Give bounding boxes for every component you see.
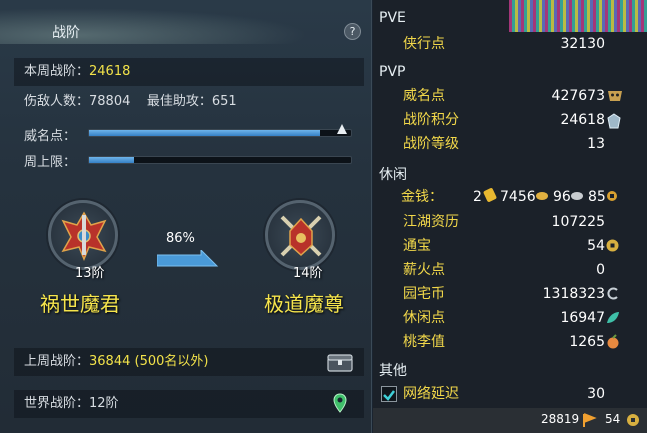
weekly-cap-label: 周上限： bbox=[24, 155, 77, 170]
current-rank-name: 祸世魔君 bbox=[40, 292, 120, 316]
weekly-rank-row: 本周战阶：24618 bbox=[14, 58, 364, 86]
footer-coin-icon bbox=[627, 414, 639, 426]
stat-value: 54 bbox=[587, 238, 605, 254]
stat-value: 32130 bbox=[560, 36, 605, 52]
stats-row: 伤敌人数：78804 最佳助攻：651 bbox=[14, 88, 364, 116]
stat-row-leisure-points: 休闲点 16947 bbox=[373, 306, 647, 330]
stat-value: 0 bbox=[596, 262, 605, 278]
stat-label: 薪火点 bbox=[403, 262, 445, 278]
last-week-value: 36844 (500名以外) bbox=[89, 354, 209, 369]
stat-label: 园宅币 bbox=[403, 286, 445, 302]
demon-sovereign-icon bbox=[280, 215, 322, 257]
weekly-rank-value: 24618 bbox=[89, 64, 131, 79]
stat-label: 网络延迟 bbox=[403, 386, 459, 402]
stat-label: 江湖资历 bbox=[403, 214, 459, 230]
stat-row-tongbao: 通宝 54 bbox=[373, 234, 647, 258]
money-label: 金钱： bbox=[401, 189, 443, 205]
stat-row-money: 金钱： 2 7456 96 85 bbox=[373, 185, 647, 209]
stat-label: 战阶积分 bbox=[403, 112, 459, 128]
last-week-label: 上周战阶： bbox=[24, 354, 90, 369]
prestige-mask-icon bbox=[608, 91, 622, 101]
weekly-cap-bar bbox=[88, 156, 352, 164]
copper-coin-icon bbox=[607, 191, 617, 201]
currency-stats-panel: PVE 侠行点 32130 PVP 威名点 427673 战阶积分 24618 … bbox=[373, 0, 647, 433]
footer-value-2: 54 bbox=[605, 412, 621, 426]
reward-chest-icon[interactable] bbox=[327, 354, 353, 372]
stat-row-fire-points: 薪火点 0 bbox=[373, 258, 647, 282]
stat-row-rank-level: 战阶等级 13 bbox=[373, 132, 647, 156]
stat-value: 427673 bbox=[551, 88, 605, 104]
stat-label: 战阶等级 bbox=[403, 136, 459, 152]
footer-bar: 28819 54 bbox=[373, 408, 647, 433]
stat-row-pve: 侠行点 32130 bbox=[373, 32, 647, 56]
gold-coin-icon bbox=[536, 192, 548, 200]
stat-label: 通宝 bbox=[403, 238, 431, 254]
stat-value: 107225 bbox=[551, 214, 605, 230]
stat-label: 休闲点 bbox=[403, 310, 445, 326]
stat-value: 16947 bbox=[560, 310, 605, 326]
silver-coin-icon bbox=[571, 192, 583, 200]
money-gold: 7456 bbox=[500, 189, 536, 205]
prestige-cap-marker-icon bbox=[337, 124, 347, 134]
estate-coin-icon bbox=[607, 287, 618, 300]
money-silver: 96 bbox=[553, 189, 571, 205]
next-rank-emblem[interactable] bbox=[265, 200, 335, 270]
stat-row-estate-coin: 园宅币 1318323 bbox=[373, 282, 647, 306]
rank-progress-percent: 86% bbox=[166, 231, 195, 246]
flag-icon bbox=[583, 413, 597, 427]
prestige-bar-fill bbox=[89, 130, 320, 136]
stat-label: 侠行点 bbox=[403, 36, 445, 52]
gold-ingot-icon bbox=[483, 188, 497, 202]
world-rank-text: 世界战阶：12阶 bbox=[24, 396, 119, 411]
stats-text: 伤敌人数：78804 最佳助攻：651 bbox=[24, 94, 237, 109]
current-rank-emblem[interactable] bbox=[48, 200, 118, 270]
help-button[interactable]: ? bbox=[344, 23, 361, 40]
weekly-cap-bar-fill bbox=[89, 157, 134, 163]
prestige-bar bbox=[88, 124, 352, 137]
world-rank-row: 世界战阶：12阶 bbox=[14, 390, 364, 418]
stat-value: 24618 bbox=[560, 112, 605, 128]
stat-value: 1265 bbox=[569, 334, 605, 350]
location-pin-icon[interactable] bbox=[333, 393, 347, 413]
next-rank-name: 极道魔尊 bbox=[264, 292, 344, 316]
pvp-header: PVP bbox=[379, 64, 406, 80]
panel-title: 战阶 bbox=[52, 25, 80, 41]
money-copper: 85 bbox=[588, 189, 606, 205]
rank-crest-icon bbox=[607, 113, 621, 129]
pve-header: PVE bbox=[379, 10, 406, 26]
next-rank-level: 14阶 bbox=[293, 266, 323, 281]
money-ingot: 2 bbox=[473, 189, 482, 205]
weekly-rank-label: 本周战阶： bbox=[24, 64, 90, 79]
stat-value: 13 bbox=[587, 136, 605, 152]
footer-value-1: 28819 bbox=[541, 412, 580, 426]
demon-lord-icon bbox=[61, 211, 107, 261]
tongbao-coin-icon bbox=[606, 239, 619, 252]
other-header: 其他 bbox=[379, 363, 407, 379]
stat-row-prestige: 威名点 427673 bbox=[373, 84, 647, 108]
stat-value: 1318323 bbox=[542, 286, 605, 302]
stat-row-peach-value: 桃李值 1265 bbox=[373, 330, 647, 354]
stat-row-seniority: 江湖资历 107225 bbox=[373, 210, 647, 234]
stat-value: 30 bbox=[587, 386, 605, 402]
current-rank-level: 13阶 bbox=[75, 266, 105, 281]
stat-label: 桃李值 bbox=[403, 334, 445, 350]
progress-arrow-icon bbox=[157, 250, 219, 267]
last-week-row: 上周战阶：36844 (500名以外) bbox=[14, 348, 364, 376]
leaf-icon bbox=[607, 312, 619, 323]
stat-label: 威名点 bbox=[403, 88, 445, 104]
combat-rank-panel: 战阶 ? 本周战阶：24618 伤敌人数：78804 最佳助攻：651 威名点：… bbox=[0, 0, 372, 433]
leisure-header: 休闲 bbox=[379, 167, 407, 183]
prestige-label: 威名点： bbox=[24, 129, 77, 144]
stat-row-rank-points: 战阶积分 24618 bbox=[373, 108, 647, 132]
stat-row-latency: 网络延迟 30 bbox=[373, 382, 647, 406]
peach-icon bbox=[607, 334, 619, 349]
